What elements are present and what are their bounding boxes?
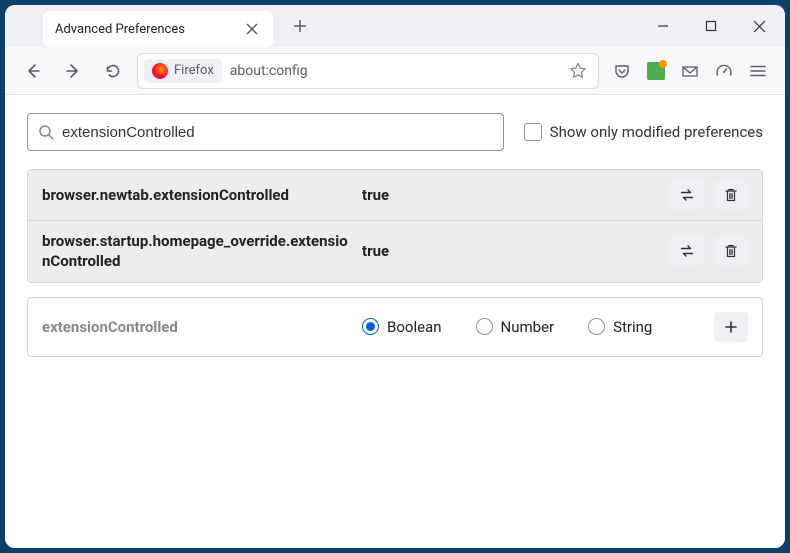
radio-label: String [613,318,652,336]
search-icon [38,124,54,140]
delete-button[interactable] [714,236,748,266]
minimize-icon [657,20,669,32]
search-input[interactable] [62,124,493,141]
reload-icon [104,62,122,80]
radio-number[interactable]: Number [476,318,555,336]
delete-button[interactable] [714,180,748,210]
back-button[interactable] [17,55,49,87]
titlebar: Advanced Preferences [5,5,785,47]
toggle-icon [678,186,696,204]
identity-label: Firefox [174,63,214,78]
trash-icon [723,187,739,203]
type-radios: Boolean Number String [362,318,704,336]
bookmark-button[interactable] [564,57,592,85]
arrow-right-icon [64,62,82,80]
config-content: Show only modified preferences browser.n… [5,95,785,548]
checkbox-label-text: Show only modified preferences [550,123,763,141]
pref-results: browser.newtab.extensionControlled true … [27,169,763,283]
pocket-icon [613,62,631,80]
gauge-icon [715,62,733,80]
toggle-icon [678,242,696,260]
urlbar-text: about:config [230,63,556,79]
radio-string[interactable]: String [588,318,652,336]
toolbar-icons [607,56,773,86]
maximize-button[interactable] [687,5,735,47]
app-menu-button[interactable] [743,56,773,86]
radio-label: Number [501,318,555,336]
checkbox-box [524,123,542,141]
maximize-icon [705,20,717,32]
minimize-button[interactable] [639,5,687,47]
add-pref-row: extensionControlled Boolean Number Strin… [27,297,763,357]
pref-row: browser.newtab.extensionControlled true [28,170,762,220]
star-icon [569,62,587,80]
trash-icon [723,243,739,259]
arrow-left-icon [24,62,42,80]
pref-name: browser.newtab.extensionControlled [42,185,352,205]
pref-actions [670,180,748,210]
plus-icon [293,19,307,33]
add-button[interactable] [714,312,748,342]
add-pref-name: extensionControlled [42,318,352,336]
search-box[interactable] [27,113,504,151]
pref-value: true [362,186,660,204]
window-controls [639,5,785,47]
pocket-button[interactable] [607,56,637,86]
radio-circle [476,318,493,335]
mail-icon [681,62,699,80]
nav-toolbar: Firefox about:config [5,47,785,95]
pref-name: browser.startup.homepage_override.extens… [42,231,352,272]
close-tab-button[interactable] [243,20,261,38]
urlbar-identity[interactable]: Firefox [144,59,222,83]
search-row: Show only modified preferences [27,113,763,151]
plus-icon [724,320,738,334]
mail-button[interactable] [675,56,705,86]
toggle-button[interactable] [670,180,704,210]
close-icon [753,20,766,33]
radio-circle [588,318,605,335]
hamburger-icon [749,62,767,80]
show-modified-checkbox[interactable]: Show only modified preferences [524,123,763,141]
close-icon [246,23,258,35]
pref-value: true [362,242,660,260]
forward-button[interactable] [57,55,89,87]
close-window-button[interactable] [735,5,783,47]
pref-actions [670,236,748,266]
browser-window: Advanced Preferences [5,5,785,548]
radio-circle [362,318,379,335]
radio-boolean[interactable]: Boolean [362,318,442,336]
firefox-logo-icon [152,63,168,79]
pref-row: browser.startup.homepage_override.extens… [28,220,762,282]
extension-button[interactable] [641,56,671,86]
urlbar[interactable]: Firefox about:config [137,53,599,89]
radio-label: Boolean [387,318,442,336]
toggle-button[interactable] [670,236,704,266]
browser-tab[interactable]: Advanced Preferences [43,11,273,47]
reload-button[interactable] [97,55,129,87]
tab-title: Advanced Preferences [55,22,233,37]
new-tab-button[interactable] [285,11,315,41]
gauge-button[interactable] [709,56,739,86]
extension-icon [647,62,665,80]
